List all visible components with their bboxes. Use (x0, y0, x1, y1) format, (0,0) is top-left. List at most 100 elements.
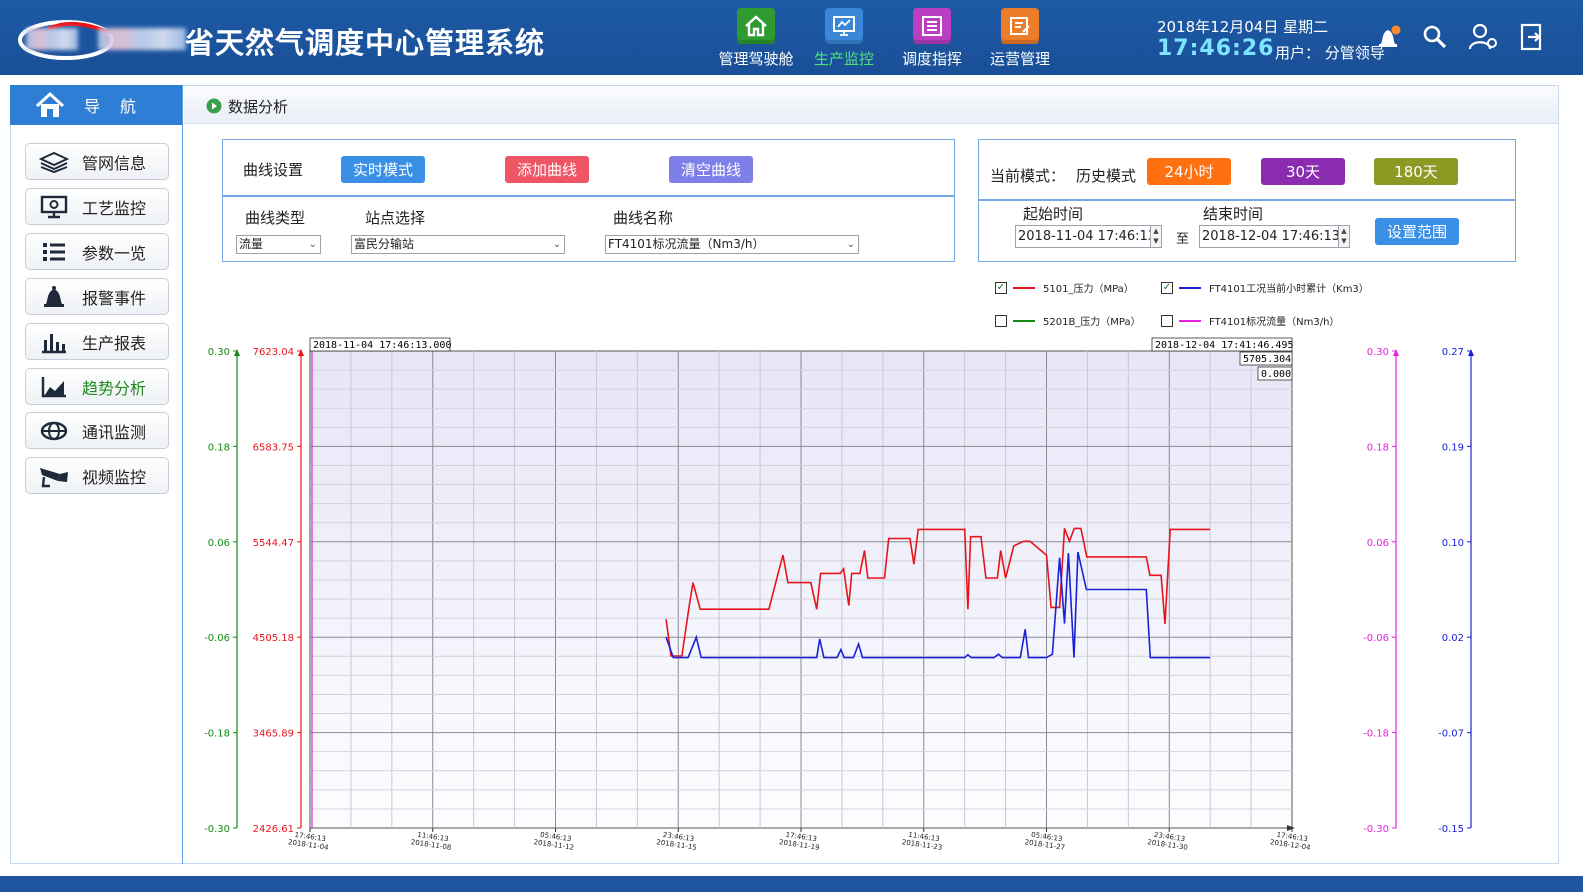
user-label: 用户： 分管领导 (1275, 44, 1385, 62)
axis-tick-label: -0.06 (204, 633, 230, 644)
axis-arrow (234, 349, 240, 356)
form-icon (1001, 8, 1039, 44)
legend-label: 5201B_压力（MPa） (1043, 317, 1141, 328)
axis-tick-label: -0.06 (1363, 633, 1389, 644)
top-nav-item-production[interactable]: 生产监控 (800, 8, 888, 69)
axis-tick-label: 7623.04 (253, 347, 294, 358)
bell-icon (26, 284, 82, 310)
legend-label: 5101_压力（MPa） (1043, 284, 1134, 295)
sidebar-item-label: 参数一览 (82, 243, 147, 263)
mode-panel: 当前模式： 历史模式 24小时 30天 180天 起始时间 结束时间 2018-… (978, 139, 1516, 262)
logout-icon[interactable] (1516, 20, 1550, 54)
axis-tick-label: 0.06 (1367, 538, 1389, 549)
start-stamp: 2018-11-04 17:46:13.000 (313, 340, 451, 351)
axis-arrow (1468, 349, 1474, 356)
cursor-value: 5705.304 (1243, 354, 1291, 365)
axis-tick-label: 0.18 (1367, 442, 1389, 453)
checkbox[interactable] (995, 314, 1007, 327)
sidebar-item-label: 工艺监控 (82, 198, 147, 218)
chevron-down-icon: ⌄ (552, 239, 561, 250)
start-time-input[interactable]: 2018-11-04 17:46:13 (1015, 225, 1156, 248)
axis-tick-label: 0.06 (208, 538, 230, 549)
play-circle-icon (206, 98, 222, 114)
sidebar-item-process[interactable]: 工艺监控 (25, 188, 169, 225)
top-nav-label: 运营管理 (989, 50, 1050, 68)
legend-item[interactable]: ✓ 5101_压力（MPa） (995, 280, 1134, 295)
axis-tick-label: 2426.61 (253, 824, 294, 835)
current-mode-label: 当前模式： (990, 167, 1066, 185)
sidebar-item-trend[interactable]: 趋势分析 (25, 368, 169, 405)
redacted-region (98, 28, 186, 50)
axis-tick-label: -0.30 (204, 824, 230, 835)
legend-swatch (1179, 319, 1201, 322)
sidebar-header: 导航 (10, 85, 183, 125)
realtime-mode-button[interactable]: 实时模式 (341, 156, 425, 183)
top-nav-item-dispatch[interactable]: 调度指挥 (888, 8, 976, 69)
axis-tick-label: 0.10 (1442, 538, 1464, 549)
axis-arrow (298, 349, 304, 356)
set-range-button[interactable]: 设置范围 (1375, 218, 1459, 245)
axis-tick-label: 4505.18 (253, 633, 294, 644)
current-mode-value: 历史模式 (1076, 167, 1137, 185)
checkbox[interactable] (1161, 314, 1173, 327)
search-icon[interactable] (1418, 20, 1452, 54)
station-label: 站点选择 (365, 209, 426, 227)
legend-item[interactable]: ✓ FT4101工况当前小时累计（Km3） (1161, 280, 1369, 295)
breadcrumb: 数据分析 (184, 86, 1558, 124)
panel-divider (979, 199, 1515, 201)
curve-type-select[interactable]: 流量 ⌄ (236, 235, 321, 254)
curve-name-select[interactable]: FT4101标况流量（Nm3/h） ⌄ (605, 235, 859, 254)
sidebar-item-params[interactable]: 参数一览 (25, 233, 169, 270)
legend-item[interactable]: 5201B_压力（MPa） (995, 313, 1141, 328)
station-value: 富民分输站 (354, 237, 415, 251)
sidebar-item-label: 管网信息 (82, 153, 147, 173)
top-nav-item-operations[interactable]: 运营管理 (976, 8, 1064, 69)
sidebar-item-video[interactable]: 视频监控 (25, 457, 169, 494)
start-time-spinner[interactable]: ▲ ▼ (1150, 225, 1162, 248)
axis-tick-label: 0.27 (1442, 347, 1464, 358)
curve-settings-panel: 曲线设置 实时模式 添加曲线 清空曲线 曲线类型 站点选择 曲线名称 流量 ⌄ 富… (222, 139, 955, 262)
user-settings-icon[interactable] (1466, 20, 1500, 54)
legend-swatch (1179, 286, 1201, 289)
curve-settings-title: 曲线设置 (243, 161, 304, 179)
range-24h-button[interactable]: 24小时 (1147, 158, 1231, 185)
axis-tick-label: 0.02 (1442, 633, 1464, 644)
bell-icon[interactable] (1372, 20, 1406, 54)
curve-name-value: FT4101标况流量（Nm3/h） (608, 237, 765, 251)
curve-type-label: 曲线类型 (245, 209, 306, 227)
station-select[interactable]: 富民分输站 ⌄ (351, 235, 565, 254)
axis-tick-label: 0.30 (1367, 347, 1389, 358)
cursor-value: 0.000 (1261, 369, 1291, 380)
layers-icon (26, 151, 82, 173)
sidebar-item-label: 趋势分析 (82, 378, 147, 398)
monitor-icon (825, 8, 863, 44)
chevron-down-icon: ⌄ (846, 239, 855, 250)
sidebar-item-reports[interactable]: 生产报表 (25, 323, 169, 360)
end-time-input[interactable]: 2018-12-04 17:46:13 (1199, 225, 1340, 248)
checkbox[interactable]: ✓ (995, 281, 1007, 294)
axis-tick-label: 5544.47 (253, 538, 294, 549)
curve-name-label: 曲线名称 (613, 209, 674, 227)
range-30d-button[interactable]: 30天 (1261, 158, 1345, 185)
legend-item[interactable]: FT4101标况流量（Nm3/h） (1161, 313, 1339, 328)
top-nav-label: 生产监控 (813, 50, 874, 68)
breadcrumb-title: 数据分析 (228, 98, 289, 116)
start-time-label: 起始时间 (1023, 205, 1084, 223)
clear-curves-button[interactable]: 清空曲线 (669, 156, 753, 183)
axis-tick-label: -0.07 (1438, 729, 1464, 740)
add-curve-button[interactable]: 添加曲线 (505, 156, 589, 183)
sidebar-item-alarms[interactable]: 报警事件 (25, 278, 169, 315)
range-180d-button[interactable]: 180天 (1374, 158, 1458, 185)
top-nav-label: 调度指挥 (901, 50, 962, 68)
axis-tick-label: -0.15 (1438, 824, 1464, 835)
checkbox[interactable]: ✓ (1161, 281, 1173, 294)
panel-divider (223, 195, 954, 197)
sidebar-item-comms[interactable]: 通讯监测 (25, 412, 169, 449)
trend-chart[interactable]: 0.30 0.18 0.06 -0.06 -0.18 -0.30 7623.04 6583.7… (190, 336, 1490, 858)
top-nav-item-cockpit[interactable]: 管理驾驶舱 (712, 8, 800, 69)
sidebar-item-network[interactable]: 管网信息 (25, 143, 169, 180)
end-time-label: 结束时间 (1203, 205, 1264, 223)
clock: 17:46:26 (1157, 36, 1275, 61)
end-time-spinner[interactable]: ▲ ▼ (1338, 225, 1350, 248)
camera-icon (26, 464, 82, 488)
